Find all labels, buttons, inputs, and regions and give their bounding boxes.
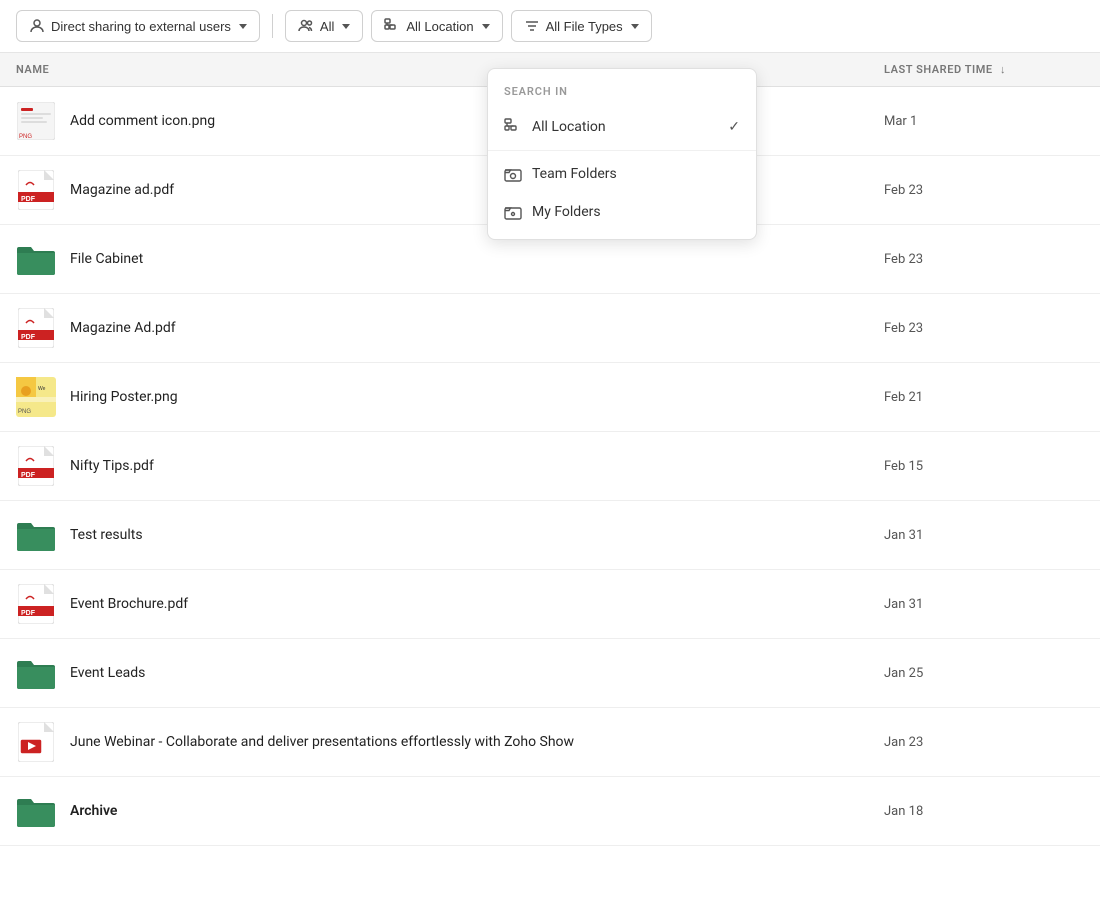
location-filter-chevron <box>482 24 490 29</box>
file-icon: PDF <box>16 170 56 210</box>
file-icon: PDF <box>16 308 56 348</box>
table-row[interactable]: PDF Event Brochure.pdf Jan 31 <box>0 570 1100 639</box>
file-icon: PDF <box>16 446 56 486</box>
sort-arrow[interactable]: ↓ <box>1000 63 1006 76</box>
last-shared-time: Feb 15 <box>884 459 1084 474</box>
svg-text:We: We <box>38 386 46 392</box>
file-name: Magazine ad.pdf <box>70 182 884 198</box>
svg-text:PNG: PNG <box>19 134 32 140</box>
last-shared-time: Feb 23 <box>884 252 1084 267</box>
sharing-filter-chevron <box>239 24 247 29</box>
all-filter-chevron <box>342 24 350 29</box>
svg-text:PDF: PDF <box>21 196 36 203</box>
file-icon: PNG <box>16 101 56 141</box>
last-shared-time: Jan 31 <box>884 597 1084 612</box>
dropdown-item-label: My Folders <box>532 204 601 220</box>
dropdown-divider <box>488 150 756 151</box>
dropdown-item-all-location[interactable]: All Location ✓ <box>488 108 756 146</box>
last-shared-time: Feb 21 <box>884 390 1084 405</box>
file-name: Event Brochure.pdf <box>70 596 884 612</box>
dropdown-item-label: Team Folders <box>532 166 617 182</box>
toolbar: Direct sharing to external users All All… <box>0 0 1100 53</box>
team-folders-icon <box>504 165 522 183</box>
dropdown-search-label: SEARCH IN <box>488 77 756 108</box>
file-name: Add comment icon.png <box>70 113 884 129</box>
last-shared-time: Jan 25 <box>884 666 1084 681</box>
last-shared-time: Jan 18 <box>884 804 1084 819</box>
file-name: Magazine Ad.pdf <box>70 320 884 336</box>
folder-icon <box>16 791 56 831</box>
filter-icon <box>524 18 540 34</box>
file-name: Test results <box>70 527 884 543</box>
file-name: Event Leads <box>70 665 884 681</box>
location-filter-label: All Location <box>406 19 473 34</box>
toolbar-divider <box>272 14 273 38</box>
sharing-filter-label: Direct sharing to external users <box>51 19 231 34</box>
dropdown-item-label: All Location <box>532 119 606 135</box>
dropdown-item-my-folders[interactable]: My Folders <box>488 193 756 231</box>
last-shared-time: Jan 31 <box>884 528 1084 543</box>
dropdown-item-team-folders[interactable]: Team Folders <box>488 155 756 193</box>
table-row[interactable]: Test results Jan 31 <box>0 501 1100 570</box>
svg-text:PNG: PNG <box>18 409 31 415</box>
last-shared-time: Jan 23 <box>884 735 1084 750</box>
svg-text:PDF: PDF <box>21 334 36 341</box>
table-row[interactable]: June Webinar - Collaborate and deliver p… <box>0 708 1100 777</box>
all-filter-button[interactable]: All <box>285 10 363 42</box>
selected-checkmark: ✓ <box>728 119 740 135</box>
filetype-filter-button[interactable]: All File Types <box>511 10 652 42</box>
last-shared-time: Mar 1 <box>884 114 1084 129</box>
file-icon <box>16 722 56 762</box>
svg-text:PDF: PDF <box>21 472 36 479</box>
last-shared-time: Feb 23 <box>884 183 1084 198</box>
user-icon <box>29 18 45 34</box>
sharing-filter-button[interactable]: Direct sharing to external users <box>16 10 260 42</box>
my-folders-icon <box>504 203 522 221</box>
table-row[interactable]: Event Leads Jan 25 <box>0 639 1100 708</box>
table-row[interactable]: PNG We Hiring Poster.png Feb 21 <box>0 363 1100 432</box>
file-icon: PNG We <box>16 377 56 417</box>
folder-icon <box>16 239 56 279</box>
all-filter-label: All <box>320 19 334 34</box>
file-name: Archive <box>70 803 884 819</box>
file-name: Hiring Poster.png <box>70 389 884 405</box>
table-row[interactable]: PDF Magazine Ad.pdf Feb 23 <box>0 294 1100 363</box>
table-row[interactable]: Archive Jan 18 <box>0 777 1100 846</box>
folder-icon <box>16 515 56 555</box>
file-name: Nifty Tips.pdf <box>70 458 884 474</box>
all-location-icon <box>504 118 522 136</box>
time-column-header: LAST SHARED TIME ↓ <box>884 63 1084 76</box>
table-row[interactable]: PDF Nifty Tips.pdf Feb 15 <box>0 432 1100 501</box>
file-name: File Cabinet <box>70 251 884 267</box>
filetype-filter-label: All File Types <box>546 19 623 34</box>
users-icon <box>298 18 314 34</box>
file-icon: PDF <box>16 584 56 624</box>
location-icon <box>384 18 400 34</box>
last-shared-time: Feb 23 <box>884 321 1084 336</box>
file-name: June Webinar - Collaborate and deliver p… <box>70 734 884 750</box>
location-dropdown: SEARCH IN All Location ✓ Team Folders My… <box>487 68 757 240</box>
filetype-filter-chevron <box>631 24 639 29</box>
folder-icon <box>16 653 56 693</box>
svg-text:PDF: PDF <box>21 610 36 617</box>
location-filter-button[interactable]: All Location <box>371 10 502 42</box>
